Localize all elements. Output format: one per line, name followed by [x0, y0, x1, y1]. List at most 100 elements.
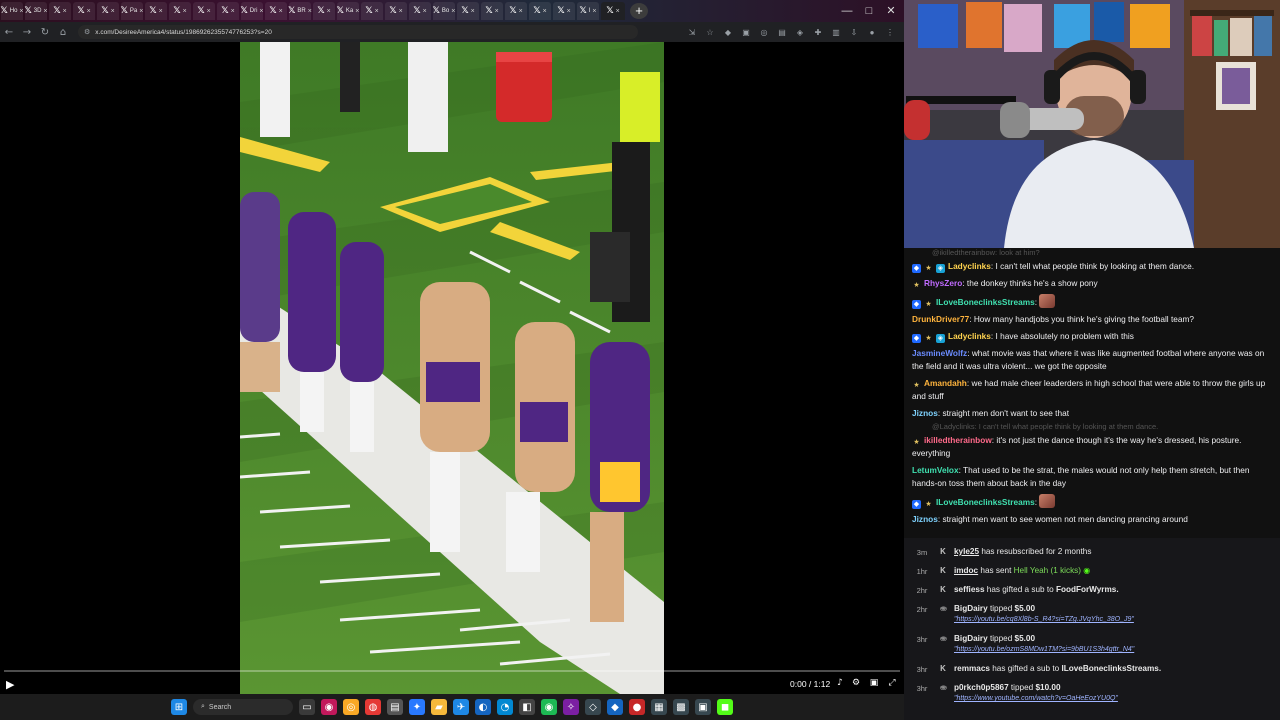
- browser-tab[interactable]: 𝕏 ×: [481, 2, 503, 20]
- event-username[interactable]: remmacs: [954, 664, 990, 673]
- chat-message[interactable]: Jiznos: straight men don't want to see t…: [912, 405, 1272, 422]
- app-icon[interactable]: ✈: [453, 699, 469, 715]
- browser-tab[interactable]: 𝕏 Ho ×: [0, 2, 24, 20]
- app-icon[interactable]: ✧: [563, 699, 579, 715]
- back-icon[interactable]: ←: [0, 27, 18, 38]
- chat-username[interactable]: ILoveBoneclinksStreams: [936, 297, 1035, 307]
- chat-message[interactable]: Jiznos: straight men want to see women n…: [912, 511, 1272, 528]
- browser-tab[interactable]: 𝕏 ×: [553, 2, 575, 20]
- puzzle-icon[interactable]: ✚: [810, 25, 826, 39]
- bookmark-star-icon[interactable]: ☆: [702, 25, 718, 39]
- browser-tab[interactable]: 𝕏 ×: [265, 2, 287, 20]
- browser-tab[interactable]: 𝕏 ×: [361, 2, 383, 20]
- task-view-icon[interactable]: ▭: [299, 699, 315, 715]
- chat-username[interactable]: LetumVelox: [912, 465, 959, 475]
- chat-username[interactable]: DrunkDriver77: [912, 314, 969, 324]
- tab-close-icon[interactable]: ×: [308, 8, 312, 15]
- chat-message[interactable]: ◆ ★ ILoveBoneclinksStreams:: [912, 292, 1272, 311]
- event-username[interactable]: p0rkch0p5867: [954, 683, 1009, 692]
- app-icon[interactable]: ◐: [475, 699, 491, 715]
- reload-icon[interactable]: ↻: [36, 27, 54, 38]
- browser-tab[interactable]: 𝕏 BR ×: [288, 2, 312, 20]
- browser-tab[interactable]: 𝕏 ×: [313, 2, 335, 20]
- browser-tab[interactable]: 𝕏 ×: [145, 2, 167, 20]
- browser-tab[interactable]: 𝕏 Pa ×: [121, 2, 143, 20]
- browser-tab[interactable]: 𝕏 ×: [193, 2, 215, 20]
- tab-close-icon[interactable]: ×: [399, 8, 403, 15]
- browser-tab[interactable]: 𝕏 ×: [385, 2, 407, 20]
- chat-message[interactable]: JasmineWolfz: what movie was that where …: [912, 345, 1272, 375]
- tab-close-icon[interactable]: ×: [159, 8, 163, 15]
- url-field[interactable]: ⚙ x.com/DesireeAmerica4/status/198692623…: [78, 25, 638, 39]
- tab-close-icon[interactable]: ×: [543, 8, 547, 15]
- tab-close-icon[interactable]: ×: [375, 8, 379, 15]
- volume-icon[interactable]: ♪: [834, 678, 846, 690]
- tab-close-icon[interactable]: ×: [567, 8, 571, 15]
- chat-message[interactable]: ★ Amandahh: we had male cheer leaderders …: [912, 375, 1272, 405]
- chat-username[interactable]: ILoveBoneclinksStreams: [936, 497, 1035, 507]
- minimize-button[interactable]: —: [836, 0, 858, 22]
- app-icon[interactable]: ◇: [585, 699, 601, 715]
- event-tip-link[interactable]: "https://www.youtube.com/watch?v=OaHeEoz…: [954, 693, 1280, 704]
- browser-tab[interactable]: 𝕏 I ×: [577, 2, 599, 20]
- event-row[interactable]: 3hr ⛂ BigDairy tipped $5.00 "https://youtu.…: [904, 629, 1280, 659]
- app-icon[interactable]: ●: [629, 699, 645, 715]
- app-icon[interactable]: ◧: [519, 699, 535, 715]
- browser-tab[interactable]: 𝕏 ×: [217, 2, 239, 20]
- kick-icon[interactable]: ◼: [717, 699, 733, 715]
- browser-tab[interactable]: 𝕏 3D ×: [24, 2, 48, 20]
- browser-tab[interactable]: 𝕏 ×: [529, 2, 551, 20]
- site-info-icon[interactable]: ⚙: [84, 28, 90, 36]
- browser-tab[interactable]: 𝕏 ×: [409, 2, 431, 20]
- extension-icon[interactable]: ◎: [756, 25, 772, 39]
- event-username[interactable]: BigDairy: [954, 604, 988, 613]
- event-tip-link[interactable]: "https://youtu.be/cq8Xl8b-S_R4?si=TZg.JV…: [954, 614, 1280, 625]
- event-row[interactable]: 2hr ⛂ BigDairy tipped $5.00 "https://youtu.…: [904, 599, 1280, 629]
- browser-tab[interactable]: 𝕏 ×: [169, 2, 191, 20]
- browser-tab[interactable]: 𝕏 ×: [49, 2, 71, 20]
- browser-tab[interactable]: 𝕏 ×: [601, 2, 625, 20]
- folder-icon[interactable]: ▰: [431, 699, 447, 715]
- app-icon[interactable]: ◆: [607, 699, 623, 715]
- event-row[interactable]: 3hr ⛂ p0rkch0p5867 tipped $10.00 "https://w…: [904, 678, 1280, 708]
- event-tip-link[interactable]: "https://youtu.be/ozmS8MDw1TM?si=9bBU1S3…: [954, 644, 1280, 655]
- browser-tab[interactable]: 𝕏 Dri ×: [240, 2, 264, 20]
- tab-close-icon[interactable]: ×: [259, 8, 263, 15]
- app-icon[interactable]: ◍: [365, 699, 381, 715]
- tab-close-icon[interactable]: ×: [231, 8, 235, 15]
- forward-icon[interactable]: →: [18, 27, 36, 38]
- tab-close-icon[interactable]: ×: [183, 8, 187, 15]
- tab-close-icon[interactable]: ×: [327, 8, 331, 15]
- pip-icon[interactable]: ▣: [868, 678, 880, 690]
- chat-message[interactable]: ◆ ★ ILoveBoneclinksStreams:: [912, 492, 1272, 511]
- tab-close-icon[interactable]: ×: [279, 8, 283, 15]
- event-username[interactable]: kyle25: [954, 547, 979, 556]
- event-row[interactable]: 1hr 𝐊imdoc has sent Hell Yeah (1 kicks) ◉: [904, 561, 1280, 580]
- chat-username[interactable]: Amandahh: [924, 378, 967, 388]
- chat-username[interactable]: RhysZero: [924, 278, 962, 288]
- tab-close-icon[interactable]: ×: [616, 8, 620, 15]
- windows-start-icon[interactable]: ⊞: [171, 699, 187, 715]
- play-icon[interactable]: ▶: [6, 678, 18, 691]
- download-icon[interactable]: ⇩: [846, 25, 862, 39]
- app-icon[interactable]: ▤: [387, 699, 403, 715]
- taskbar-search[interactable]: ⌕ Search: [193, 699, 293, 715]
- tab-close-icon[interactable]: ×: [43, 8, 47, 15]
- browser-tab[interactable]: 𝕏 ×: [505, 2, 527, 20]
- browser-tab[interactable]: 𝕏 ×: [457, 2, 479, 20]
- extension-icon[interactable]: ◆: [720, 25, 736, 39]
- tab-close-icon[interactable]: ×: [423, 8, 427, 15]
- event-row[interactable]: 2hr 𝐊seffiess has gifted a sub to FoodFor…: [904, 580, 1280, 599]
- browser-tab[interactable]: 𝕏 ×: [97, 2, 119, 20]
- avatar[interactable]: ●: [864, 25, 880, 39]
- chat-username[interactable]: Ladyclinks: [948, 261, 991, 271]
- chat-username[interactable]: Jiznos: [912, 408, 938, 418]
- event-username[interactable]: BigDairy: [954, 634, 988, 643]
- new-tab-button[interactable]: +: [630, 3, 648, 19]
- chat-username[interactable]: ikilledtherainbow: [924, 435, 992, 445]
- extension-icon[interactable]: ▣: [738, 25, 754, 39]
- settings-icon[interactable]: ⚙: [850, 678, 862, 690]
- event-username[interactable]: seffiess: [954, 585, 985, 594]
- tab-close-icon[interactable]: ×: [451, 8, 455, 15]
- fullscreen-icon[interactable]: ⤢: [886, 678, 898, 690]
